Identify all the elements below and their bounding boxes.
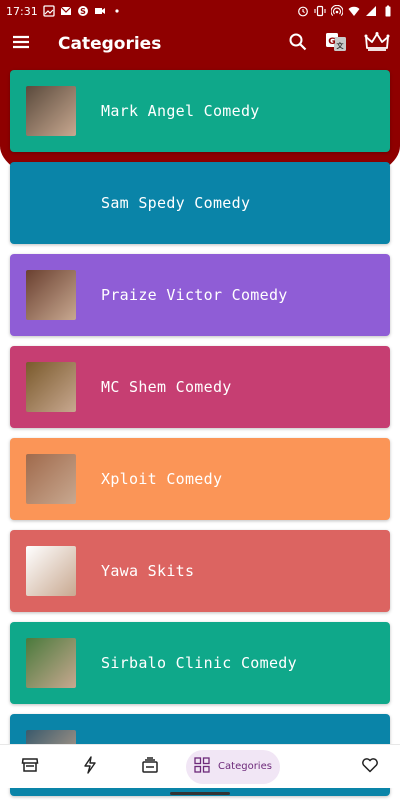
category-thumbnail [26,178,76,228]
nav-favorites[interactable] [340,745,400,789]
video-notification-icon [94,5,106,17]
category-label: Mark Angel Comedy [101,102,260,120]
status-bar: 17:31 S [0,0,400,22]
category-card[interactable]: Yawa Skits [10,530,390,612]
vibrate-icon [314,5,326,17]
store-icon [21,756,39,778]
dot-notification-icon [111,5,123,17]
category-label: Praize Victor Comedy [101,286,288,304]
mail-notification-icon [60,5,72,17]
category-list: Mark Angel Comedy Sam Spedy Comedy Praize … [10,70,390,800]
battery-icon [382,5,394,17]
svg-text:S: S [80,7,86,16]
grid-icon [194,757,210,776]
svg-text:文: 文 [337,41,345,50]
nav-trending[interactable] [60,745,120,789]
stack-icon [141,756,159,778]
category-label: Sirbalo Clinic Comedy [101,654,297,672]
category-card[interactable]: MC Shem Comedy [10,346,390,428]
wifi-icon [348,5,360,17]
category-card[interactable]: Xploit Comedy [10,438,390,520]
menu-icon[interactable] [10,31,32,57]
translate-icon[interactable]: G 文 [324,30,348,58]
nav-categories-label: Categories [218,761,272,772]
nav-categories[interactable]: Categories [186,749,280,784]
search-icon[interactable] [288,32,308,56]
bottom-nav: Categories [0,744,400,788]
nav-home[interactable] [0,745,60,789]
app-bar: Categories G 文 [0,22,400,66]
heart-icon [361,756,379,778]
category-thumbnail [26,86,76,136]
crown-icon[interactable] [364,31,390,57]
lightning-icon [81,755,99,778]
category-thumbnail [26,454,76,504]
category-thumbnail [26,638,76,688]
category-thumbnail [26,270,76,320]
category-thumbnail [26,546,76,596]
category-label: Xploit Comedy [101,470,223,488]
category-card[interactable]: Sirbalo Clinic Comedy [10,622,390,704]
category-card[interactable]: Praize Victor Comedy [10,254,390,336]
svg-text:G: G [328,37,335,47]
home-indicator [170,792,230,795]
category-label: MC Shem Comedy [101,378,232,396]
category-card[interactable]: Mark Angel Comedy [10,70,390,152]
category-card[interactable]: Sam Spedy Comedy [10,162,390,244]
page-title: Categories [58,34,162,54]
alarm-icon [297,5,309,17]
hotspot-icon [330,4,344,17]
category-thumbnail [26,362,76,412]
gallery-notification-icon [43,5,55,17]
category-label: Yawa Skits [101,562,195,580]
skype-notification-icon: S [77,5,89,17]
status-time: 17:31 [6,4,38,18]
nav-collections[interactable] [120,745,180,789]
signal-icon [365,5,377,17]
category-label: Sam Spedy Comedy [101,194,251,212]
